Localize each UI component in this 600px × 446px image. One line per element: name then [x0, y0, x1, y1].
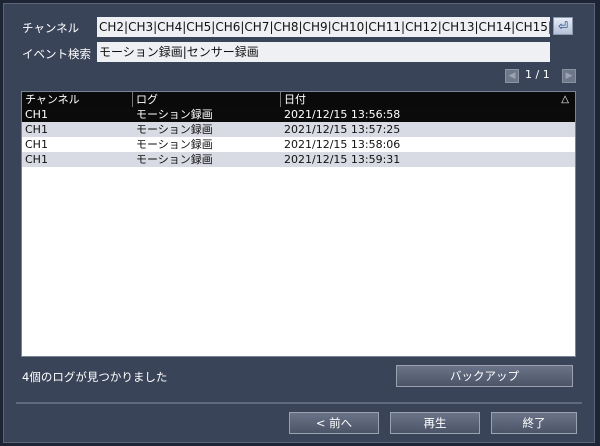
exit-button[interactable]: 終了 — [491, 412, 577, 434]
table-row[interactable]: CH1 モーション録画 2021/12/15 13:59:31 — [22, 152, 575, 167]
prev-button[interactable]: < 前へ — [289, 412, 379, 434]
page-indicator: 1 / 1 — [525, 68, 550, 81]
table-row[interactable]: CH1 モーション録画 2021/12/15 13:57:25 — [22, 122, 575, 137]
page-prev-button[interactable]: ◀ — [505, 69, 519, 83]
row-log: モーション録画 — [136, 123, 213, 136]
row-log: モーション録画 — [136, 138, 213, 151]
backup-button[interactable]: バックアップ — [396, 365, 573, 387]
column-header-channel[interactable]: チャンネル — [22, 92, 133, 107]
row-channel: CH1 — [25, 153, 48, 166]
row-date: 2021/12/15 13:58:06 — [284, 138, 401, 151]
chevron-right-icon: ▶ — [565, 71, 573, 81]
divider — [16, 402, 582, 404]
row-date: 2021/12/15 13:59:31 — [284, 153, 401, 166]
event-search-field[interactable]: モーション録画|センサー録画 — [97, 42, 550, 62]
channel-label: チャンネル — [22, 21, 80, 35]
page-next-button[interactable]: ▶ — [562, 69, 576, 83]
channel-select-button[interactable]: ⏎ — [553, 17, 573, 35]
channel-field[interactable]: CH2|CH3|CH4|CH5|CH6|CH7|CH8|CH9|CH10|CH1… — [97, 17, 550, 37]
column-header-log[interactable]: ログ — [133, 92, 281, 107]
sort-ascending-icon[interactable]: △ — [561, 92, 569, 107]
table-row[interactable]: CH1 モーション録画 2021/12/15 13:58:06 — [22, 137, 575, 152]
log-table: チャンネル ログ 日付 △ CH1 モーション録画 2021/12/15 13:… — [21, 91, 576, 357]
play-button[interactable]: 再生 — [390, 412, 480, 434]
enter-icon: ⏎ — [557, 19, 569, 33]
table-header: チャンネル ログ 日付 △ — [22, 92, 575, 107]
row-log: モーション録画 — [136, 153, 213, 166]
row-date: 2021/12/15 13:56:58 — [284, 108, 401, 121]
result-count-text: 4個のログが見つかりました — [22, 370, 168, 384]
row-log: モーション録画 — [136, 108, 213, 121]
column-header-date[interactable]: 日付 — [281, 92, 575, 107]
table-row[interactable]: CH1 モーション録画 2021/12/15 13:56:58 — [22, 107, 575, 122]
event-search-label: イベント検索 — [22, 47, 91, 61]
row-channel: CH1 — [25, 123, 48, 136]
row-channel: CH1 — [25, 138, 48, 151]
chevron-left-icon: ◀ — [508, 71, 516, 81]
row-channel: CH1 — [25, 108, 48, 121]
row-date: 2021/12/15 13:57:25 — [284, 123, 401, 136]
